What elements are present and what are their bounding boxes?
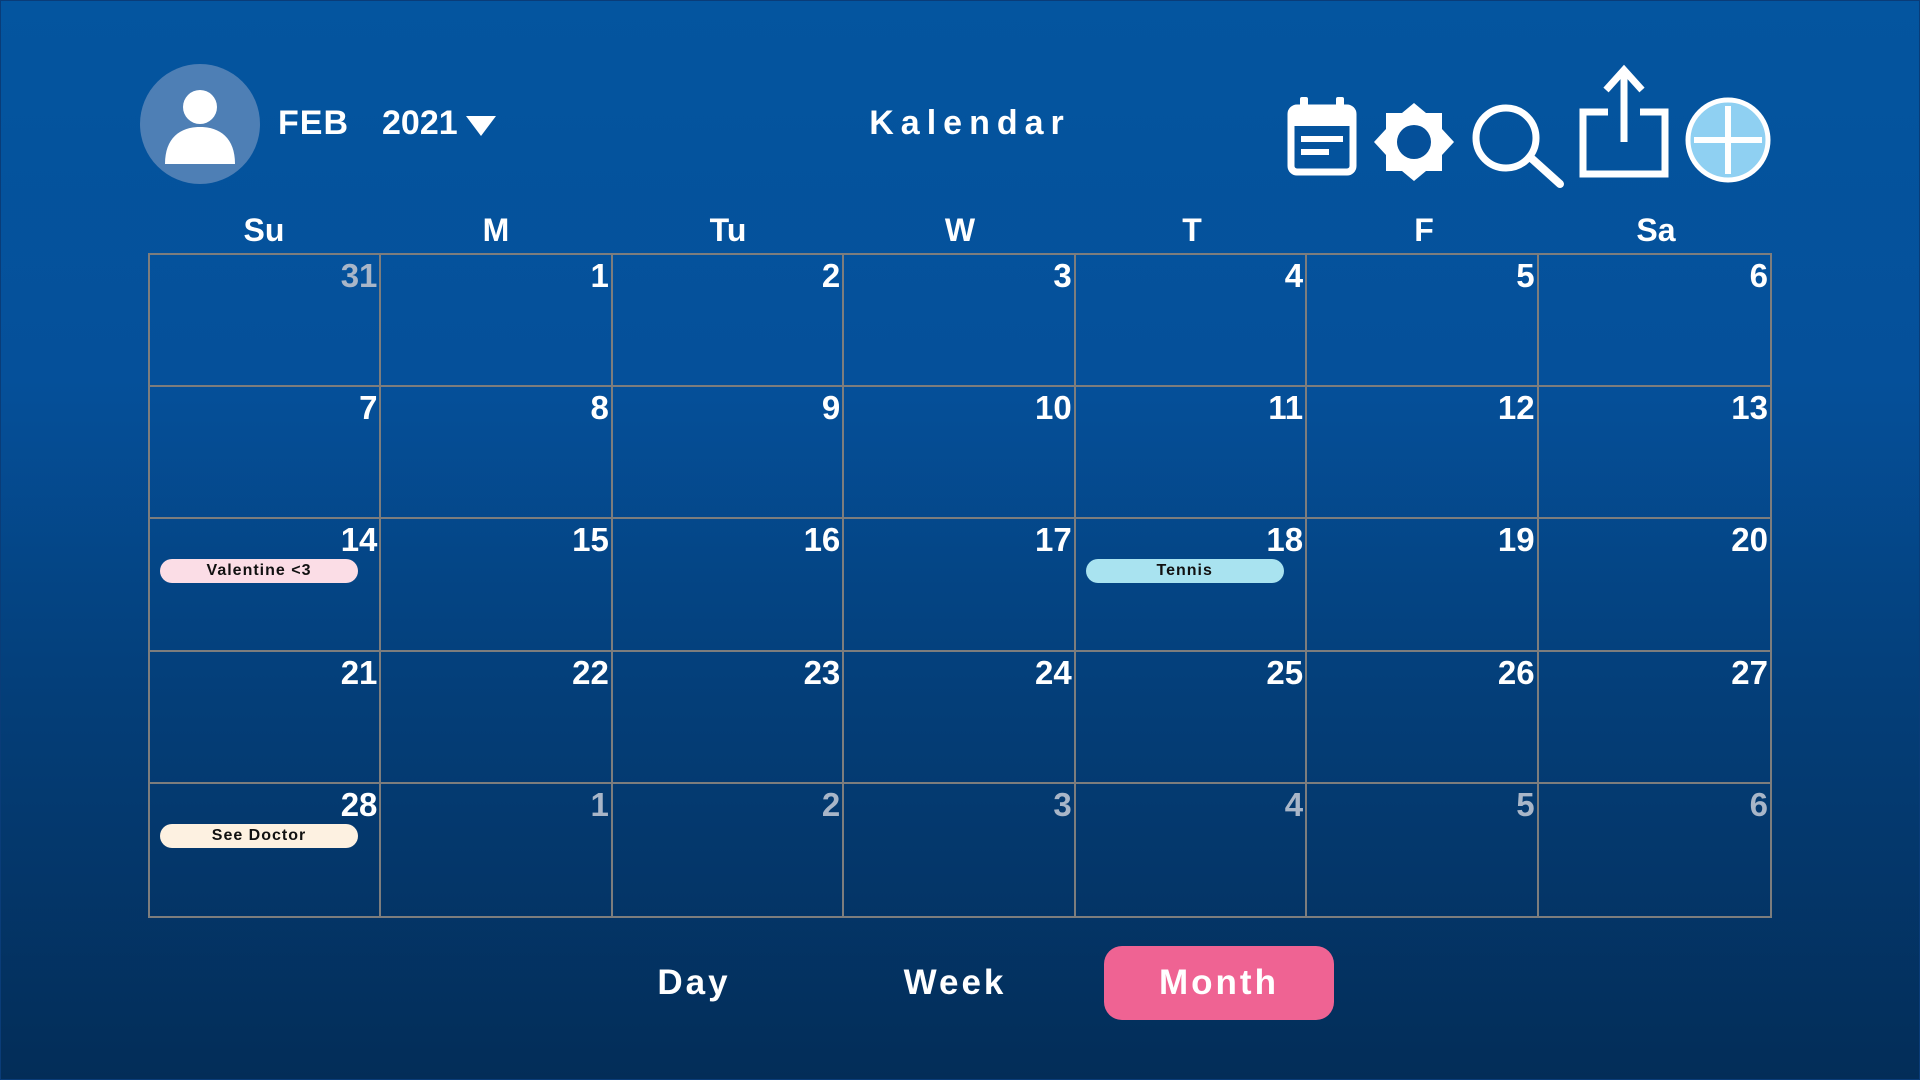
- view-week-button[interactable]: Week: [888, 946, 1022, 1020]
- weekday-label: W: [944, 212, 976, 248]
- day-cell[interactable]: 18 Tennis: [1075, 519, 1308, 652]
- day-number: 17: [1034, 521, 1072, 559]
- day-number: 25: [1266, 653, 1304, 691]
- day-cell[interactable]: 26: [1307, 651, 1539, 784]
- day-number: 9: [821, 389, 841, 427]
- day-cell[interactable]: 14 Valentine <3: [150, 519, 382, 652]
- event-chip[interactable]: Valentine <3: [160, 559, 358, 584]
- day-number: 21: [340, 653, 378, 691]
- day-number: 31: [340, 257, 378, 294]
- day-number: 6: [1749, 257, 1768, 294]
- day-number: 14: [340, 521, 378, 559]
- day-cell[interactable]: 5: [1307, 255, 1539, 388]
- month-selector[interactable]: FEB: [278, 104, 349, 143]
- day-number: 1: [590, 257, 609, 294]
- day-cell[interactable]: 4: [1076, 783, 1308, 916]
- day-cell[interactable]: 17: [844, 519, 1076, 652]
- day-number: 4: [1284, 785, 1304, 823]
- event-chip[interactable]: Tennis: [1085, 559, 1284, 584]
- search-icon[interactable]: [1468, 104, 1568, 193]
- day-cell[interactable]: 3: [844, 783, 1076, 916]
- day-cell[interactable]: 21: [150, 651, 382, 784]
- day-cell[interactable]: 15: [381, 519, 613, 652]
- day-number: 1: [590, 785, 609, 823]
- day-number: 7: [359, 389, 378, 427]
- day-cell[interactable]: 22: [381, 651, 613, 784]
- day-cell[interactable]: 6: [1539, 784, 1770, 916]
- day-cell[interactable]: 3: [844, 255, 1076, 388]
- day-cell[interactable]: 23: [612, 651, 845, 784]
- view-day-button[interactable]: Day: [630, 946, 758, 1020]
- user-avatar[interactable]: [140, 64, 260, 184]
- day-cell[interactable]: 20: [1538, 519, 1770, 652]
- day-cell[interactable]: 13: [1538, 387, 1770, 520]
- day-number: 22: [572, 653, 609, 691]
- year-dropdown-caret-icon[interactable]: [466, 116, 496, 136]
- day-cell[interactable]: 9: [612, 387, 845, 520]
- day-number: 27: [1731, 653, 1768, 691]
- month-grid: 31 1 2 3 4 5 6 7 8 9 10 11 12 13 14 Valentine <3 15 16 17 1…: [148, 253, 1772, 918]
- add-icon: [1685, 97, 1771, 183]
- weekday-label: M: [482, 212, 510, 248]
- day-number: 3: [1053, 785, 1072, 823]
- day-cell[interactable]: 28 See Doctor: [150, 783, 382, 916]
- day-number: 23: [803, 653, 841, 691]
- day-cell[interactable]: 10: [844, 387, 1076, 520]
- calendar-icon[interactable]: [1286, 94, 1360, 183]
- day-cell[interactable]: 16: [612, 519, 845, 652]
- weekday-label: Su: [243, 212, 285, 248]
- day-cell[interactable]: 7: [150, 387, 382, 520]
- day-cell[interactable]: 5: [1307, 783, 1539, 916]
- day-number: 16: [803, 521, 841, 559]
- add-event-button[interactable]: [1684, 96, 1772, 189]
- weekday-label: F: [1414, 212, 1434, 248]
- share-icon[interactable]: [1578, 64, 1670, 183]
- day-number: 13: [1731, 389, 1768, 427]
- day-cell[interactable]: 8: [381, 387, 613, 520]
- day-number: 24: [1034, 653, 1072, 691]
- day-cell[interactable]: 31: [150, 255, 382, 388]
- day-cell[interactable]: 4: [1075, 255, 1308, 388]
- day-number: 2: [821, 785, 841, 823]
- day-number: 26: [1497, 653, 1535, 691]
- day-number: 3: [1053, 257, 1072, 294]
- day-number: 10: [1034, 389, 1072, 427]
- day-number: 19: [1497, 521, 1535, 559]
- year-selector[interactable]: 2021: [382, 104, 458, 143]
- day-cell[interactable]: 25: [1075, 651, 1308, 784]
- brightness-icon[interactable]: [1372, 102, 1456, 187]
- day-cell[interactable]: 6: [1538, 255, 1770, 388]
- weekday-header: Su M Tu W T F Sa: [148, 212, 1772, 249]
- day-cell[interactable]: 2: [612, 255, 845, 388]
- app-title: Kalendar: [869, 104, 1071, 142]
- day-number: 8: [590, 389, 609, 427]
- event-chip[interactable]: See Doctor: [160, 823, 358, 848]
- day-number: 12: [1497, 389, 1535, 427]
- day-number: 4: [1284, 257, 1304, 294]
- view-month-button[interactable]: Month: [1104, 946, 1334, 1020]
- day-cell[interactable]: 11: [1075, 387, 1308, 520]
- day-number: 18: [1266, 521, 1304, 559]
- day-number: 20: [1731, 521, 1768, 559]
- day-cell[interactable]: 2: [613, 783, 845, 916]
- weekday-label: Sa: [1636, 212, 1676, 248]
- day-number: 5: [1516, 257, 1535, 294]
- day-number: 11: [1268, 389, 1304, 427]
- day-cell[interactable]: 1: [381, 783, 613, 916]
- day-number: 15: [572, 521, 609, 559]
- day-cell[interactable]: 27: [1538, 652, 1770, 784]
- day-number: 28: [340, 785, 378, 823]
- user-icon: [165, 90, 235, 164]
- day-cell[interactable]: 1: [381, 255, 613, 388]
- day-cell[interactable]: 12: [1307, 387, 1539, 520]
- day-cell[interactable]: 19: [1307, 519, 1539, 652]
- day-number: 2: [821, 257, 841, 294]
- day-number: 5: [1516, 785, 1535, 823]
- weekday-label: T: [1182, 212, 1202, 248]
- day-cell[interactable]: 24: [844, 651, 1076, 784]
- day-number: 6: [1749, 785, 1768, 823]
- weekday-label: Tu: [709, 212, 747, 248]
